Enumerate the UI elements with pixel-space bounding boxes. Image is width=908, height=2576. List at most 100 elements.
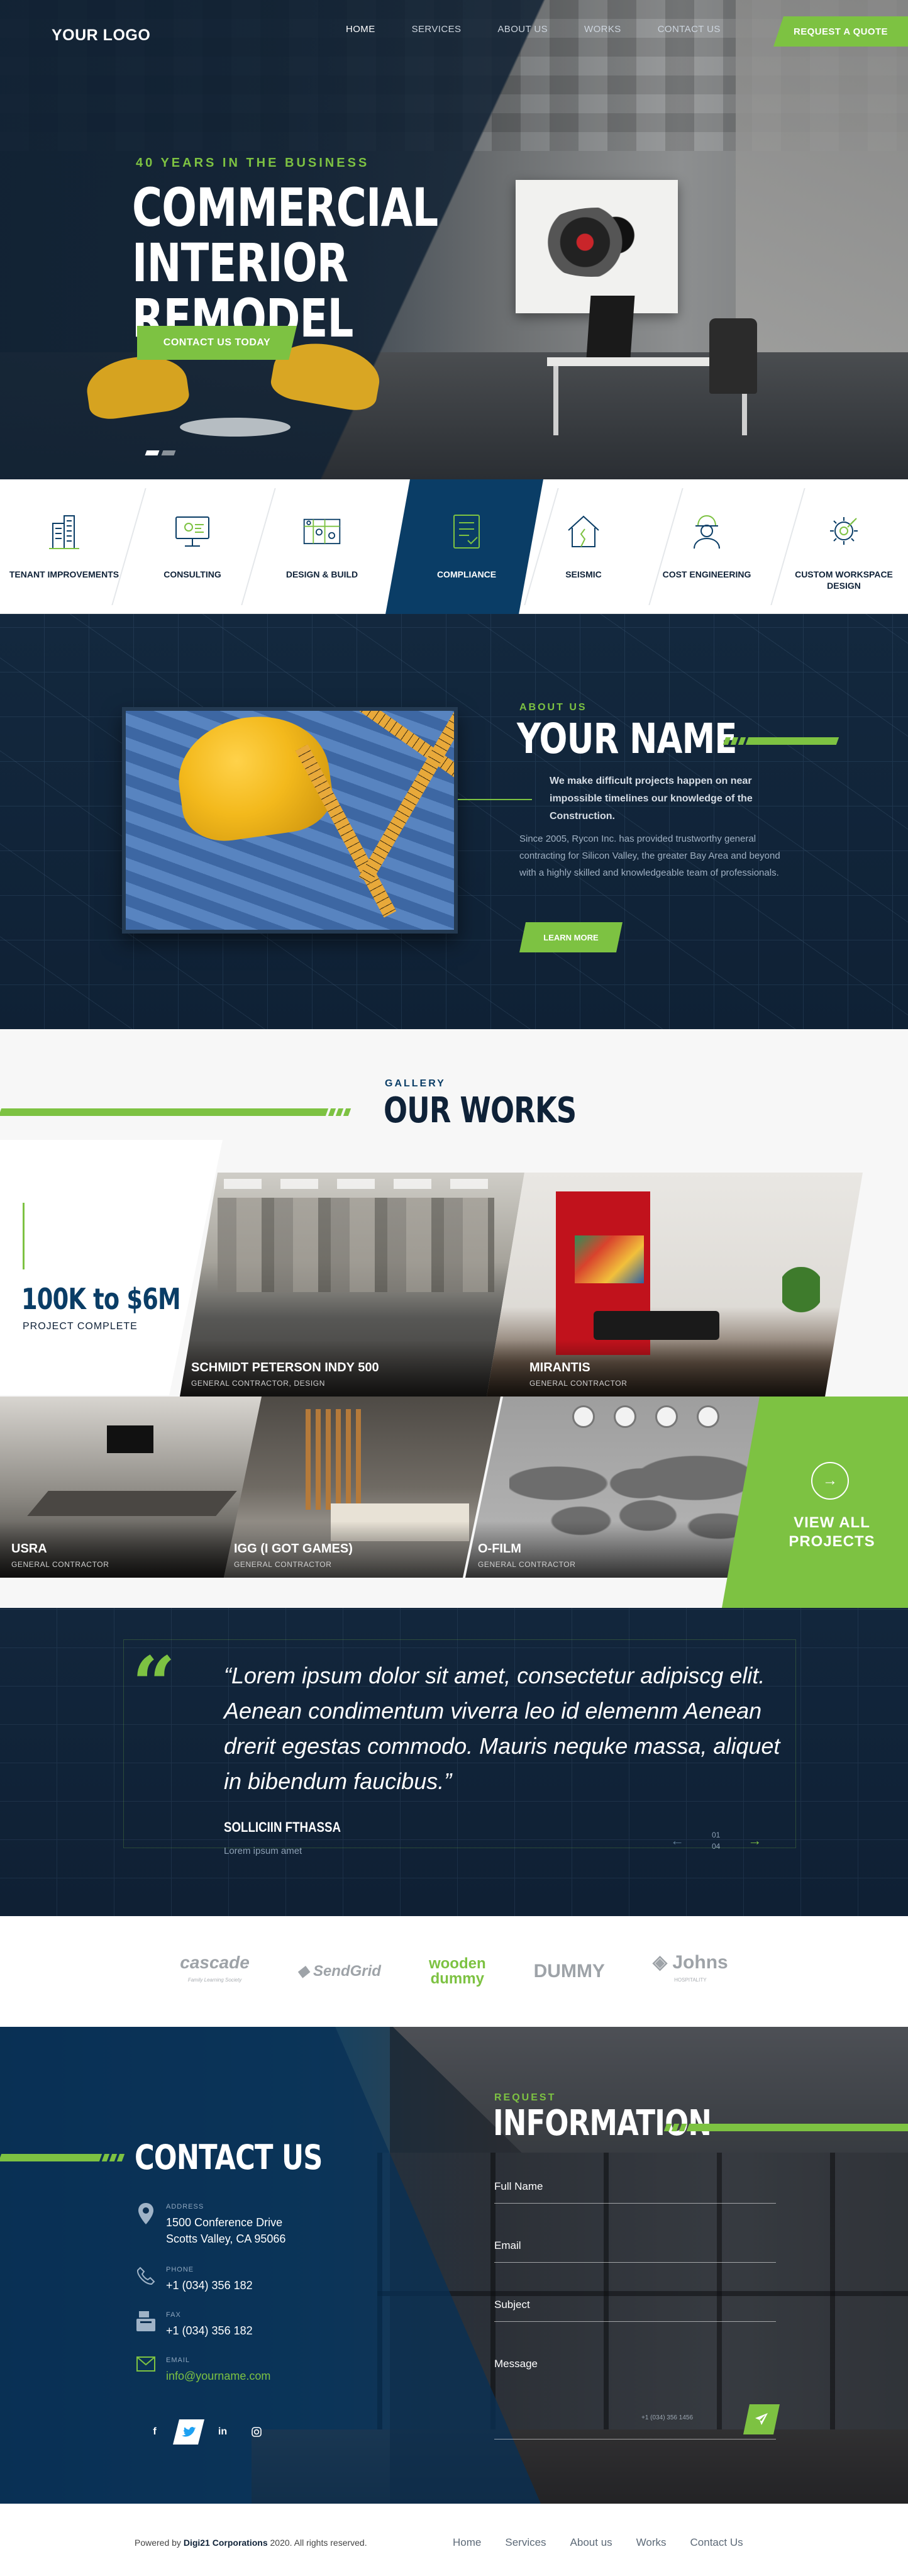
email-link[interactable]: info@yourname.com <box>166 2368 270 2384</box>
client-name: SendGrid <box>313 1963 381 1980</box>
nav-home[interactable]: HOME <box>346 24 375 35</box>
work-name: IGG (I GOT GAMES) <box>234 1542 353 1556</box>
nav-about-us[interactable]: ABOUT US <box>497 24 548 35</box>
request-quote-button[interactable]: REQUEST A QUOTE <box>773 16 908 47</box>
service-seismic[interactable]: SEISMIC <box>519 479 648 614</box>
service-compliance[interactable]: COMPLIANCE <box>402 479 531 614</box>
instagram-icon[interactable] <box>244 2419 269 2445</box>
full-name-field[interactable]: Full Name <box>494 2180 776 2204</box>
work-category: GENERAL CONTRACTOR, DESIGN <box>191 1379 325 1388</box>
contact-fax: FAX +1 (034) 356 182 <box>135 2311 253 2339</box>
work-category: GENERAL CONTRACTOR <box>529 1379 628 1388</box>
work-category: GENERAL CONTRACTOR <box>478 1560 576 1569</box>
footer-nav-contact-us[interactable]: Contact Us <box>690 2536 743 2549</box>
client-name: dummy <box>430 1970 484 1987</box>
send-button[interactable] <box>743 2404 780 2434</box>
pager-current: 01 <box>712 1831 721 1839</box>
gear-wrench-icon <box>824 511 864 551</box>
linkedin-icon[interactable]: in <box>210 2419 235 2445</box>
form-note: +1 (034) 356 1456 <box>641 2414 694 2421</box>
house-crack-icon <box>563 511 604 551</box>
work-name: SCHMIDT PETERSON INDY 500 <box>191 1361 379 1374</box>
client-logo-cascade[interactable]: cascade Family Learning Society <box>180 1954 250 1989</box>
work-card-mirantis[interactable]: MIRANTIS GENERAL CONTRACTOR <box>487 1173 863 1397</box>
service-label: CONSULTING <box>163 569 221 579</box>
stat-value: 100K to $6M <box>21 1282 181 1316</box>
arrow-right-icon: → <box>811 1462 849 1500</box>
arrow-left-icon[interactable]: ← <box>670 1832 684 1849</box>
gallery-section: GALLERY OUR WORKS 100K to $6M PROJECT CO… <box>0 1029 908 1608</box>
checklist-icon <box>446 511 487 551</box>
about-body: Since 2005, Rycon Inc. has provided trus… <box>519 834 780 878</box>
site-logo[interactable]: YOUR LOGO <box>52 26 150 45</box>
about-lead: We make difficult projects happen on nea… <box>550 776 753 822</box>
client-name: cascade <box>180 1953 250 1972</box>
client-name: Johns <box>672 1952 728 1973</box>
client-logo-dummy[interactable]: DUMMY <box>533 1961 605 1982</box>
slider-dot[interactable] <box>161 450 176 455</box>
paper-plane-icon <box>755 2412 768 2426</box>
client-name: DUMMY <box>533 1961 605 1982</box>
stat-accent-line <box>23 1203 25 1269</box>
footer-nav-works[interactable]: Works <box>636 2536 667 2549</box>
work-card-o-film[interactable]: O-FILM GENERAL CONTRACTOR <box>465 1397 767 1578</box>
phone-label: PHONE <box>166 2266 194 2273</box>
service-cost-engineering[interactable]: COST ENGINEERING <box>643 479 771 614</box>
footer-nav-about-us[interactable]: About us <box>570 2536 612 2549</box>
contact-section: CONTACT US ADDRESS 1500 Conference Drive… <box>0 2027 908 2504</box>
nav-contact-us[interactable]: CONTACT US <box>658 24 721 35</box>
copy-suffix: 2020. All rights reserved. <box>270 2538 367 2548</box>
fax-label: FAX <box>166 2311 181 2319</box>
address-line1: 1500 Conference Drive <box>166 2216 283 2229</box>
email-field[interactable]: Email <box>494 2239 776 2263</box>
client-logo-sendgrid[interactable]: ◆ SendGrid <box>297 1963 381 1980</box>
footer-nav-services[interactable]: Services <box>505 2536 546 2549</box>
site-header: YOUR LOGO HOME SERVICES ABOUT US WORKS C… <box>0 0 908 63</box>
nav-works[interactable]: WORKS <box>584 24 621 35</box>
work-category: GENERAL CONTRACTOR <box>11 1560 109 1569</box>
client-tagline: HOSPITALITY <box>674 1977 707 1983</box>
arrow-right-icon[interactable]: → <box>748 1832 761 1849</box>
phone-icon <box>135 2266 157 2289</box>
work-card-igg[interactable]: IGG (I GOT GAMES) GENERAL CONTRACTOR <box>224 1397 501 1578</box>
footer-nav-home[interactable]: Home <box>453 2536 481 2549</box>
service-label: COST ENGINEERING <box>662 569 751 579</box>
work-card-schmidt-peterson[interactable]: SCHMIDT PETERSON INDY 500 GENERAL CONTRA… <box>180 1173 524 1397</box>
hero-eyebrow: 40 YEARS IN THE BUSINESS <box>136 156 370 170</box>
footer-nav: Home Services About us Works Contact Us <box>453 2536 767 2549</box>
nav-services[interactable]: SERVICES <box>412 24 462 35</box>
twitter-icon[interactable] <box>173 2419 204 2445</box>
company-link[interactable]: Digi21 Corporations <box>184 2538 268 2548</box>
testimonial-pager: 01 04 <box>712 1829 720 1852</box>
client-logo-wooden-dummy[interactable]: wooden dummy <box>429 1956 486 1987</box>
site-footer: Powered by Digi21 Corporations 2020. All… <box>0 2504 908 2576</box>
slider-dots <box>145 450 179 455</box>
service-consulting[interactable]: CONSULTING <box>128 479 257 614</box>
sendgrid-icon: ◆ <box>297 1963 309 1980</box>
service-tenant-improvements[interactable]: TENANT IMPROVEMENTS <box>0 479 128 614</box>
contact-address: ADDRESS 1500 Conference Drive Scotts Val… <box>135 2203 285 2247</box>
service-design-build[interactable]: DESIGN & BUILD <box>258 479 386 614</box>
facebook-icon[interactable]: f <box>142 2419 167 2445</box>
learn-more-button[interactable]: LEARN MORE <box>519 922 623 952</box>
phone-value[interactable]: +1 (034) 356 182 <box>166 2277 253 2294</box>
service-custom-workspace-design[interactable]: CUSTOM WORKSPACE DESIGN <box>780 479 908 614</box>
client-logo-johns[interactable]: ◈ Johns HOSPITALITY <box>653 1952 728 1989</box>
contact-title: CONTACT US <box>135 2138 323 2177</box>
copy-prefix: Powered by <box>135 2538 181 2548</box>
testimonial-section: “ “Lorem ipsum dolor sit amet, consectet… <box>0 1608 908 1916</box>
gallery-title: OUR WORKS <box>384 1090 577 1131</box>
client-name: wooden <box>428 1955 486 1972</box>
contact-us-today-button[interactable]: CONTACT US TODAY <box>137 326 297 360</box>
hero-title-line1: COMMERCIAL <box>132 177 438 238</box>
copyright: Powered by Digi21 Corporations 2020. All… <box>135 2538 367 2548</box>
hero-title: COMMERCIAL INTERIOR REMODEL <box>132 180 573 346</box>
slider-dot[interactable] <box>145 450 160 455</box>
page: YOUR LOGO HOME SERVICES ABOUT US WORKS C… <box>0 0 908 2576</box>
contact-phone: PHONE +1 (034) 356 182 <box>135 2266 253 2294</box>
message-field[interactable]: Message <box>494 2358 776 2439</box>
subject-field[interactable]: Subject <box>494 2299 776 2322</box>
service-label: DESIGN & BUILD <box>285 569 358 579</box>
presentation-icon <box>172 511 213 551</box>
email-label: EMAIL <box>166 2356 191 2364</box>
